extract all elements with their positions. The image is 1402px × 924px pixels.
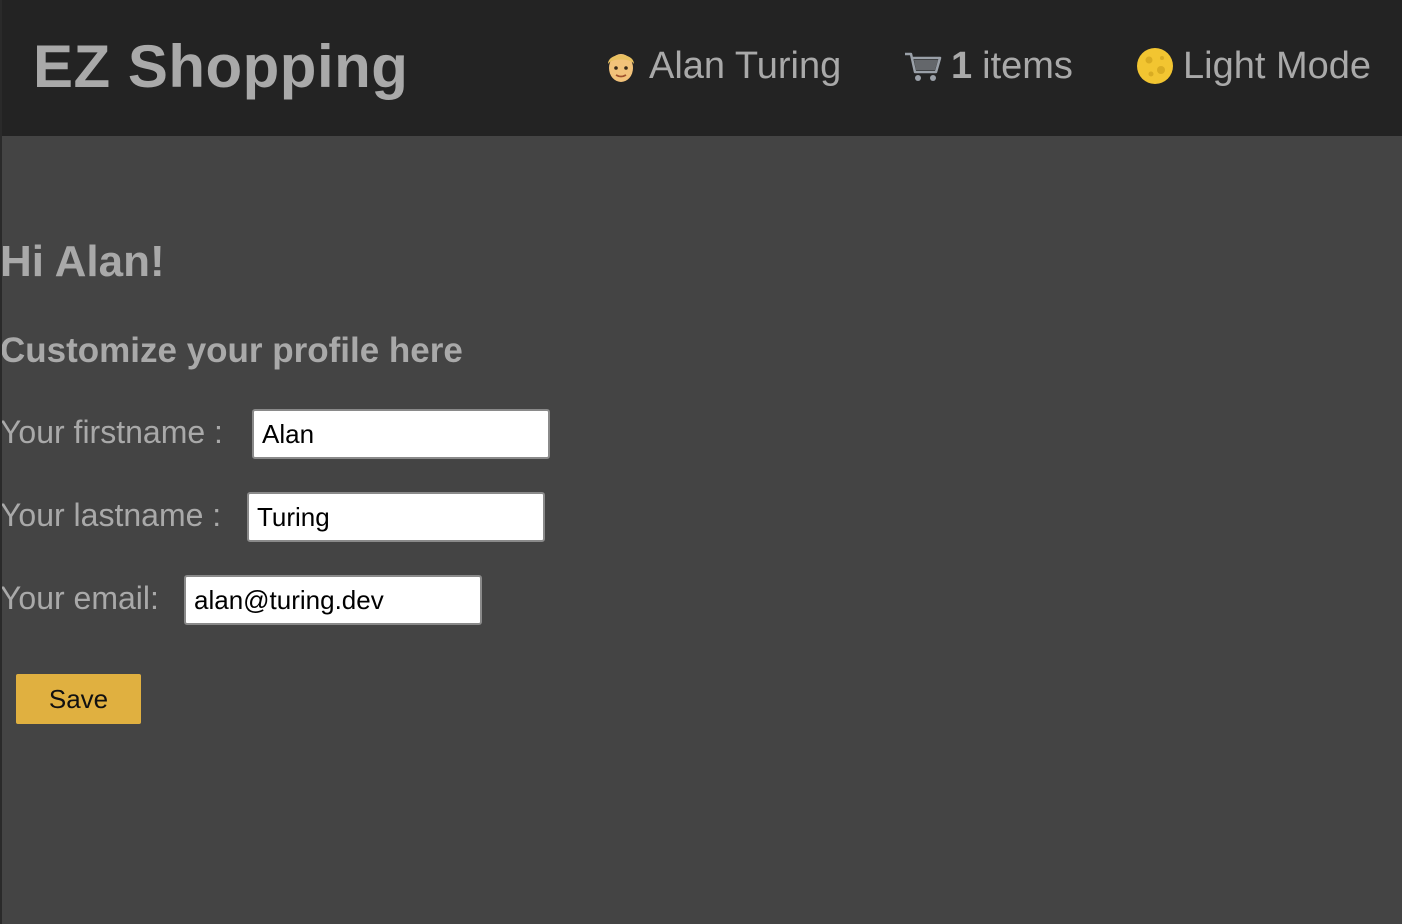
person-icon — [601, 46, 641, 86]
shopping-cart-icon — [903, 46, 943, 86]
window-edge — [0, 0, 2, 924]
email-input[interactable] — [184, 575, 482, 625]
lastname-label: Your lastname : — [0, 497, 222, 533]
nav-user-name: Alan Turing — [649, 44, 842, 87]
nav-cart[interactable]: 1 items — [903, 42, 1073, 90]
cart-label: items — [982, 44, 1073, 87]
email-label: Your email: — [0, 580, 159, 616]
cart-count: 1 — [951, 44, 973, 87]
nav-user-profile[interactable]: Alan Turing — [601, 42, 841, 90]
theme-toggle[interactable]: Light Mode — [1135, 42, 1371, 90]
top-nav-bar: EZ Shopping Alan Turing 1 items Light Mo… — [0, 0, 1402, 136]
firstname-label: Your firstname : — [0, 414, 223, 450]
page-subtitle: Customize your profile here — [0, 331, 463, 370]
firstname-input[interactable] — [252, 409, 550, 459]
theme-toggle-label: Light Mode — [1183, 44, 1372, 87]
profile-page: Hi Alan! Customize your profile here You… — [0, 136, 1402, 924]
page-greeting: Hi Alan! — [0, 237, 165, 286]
moon-icon — [1135, 46, 1175, 86]
save-button[interactable]: Save — [16, 674, 141, 724]
lastname-input[interactable] — [247, 492, 545, 542]
brand-title[interactable]: EZ Shopping — [33, 32, 408, 102]
